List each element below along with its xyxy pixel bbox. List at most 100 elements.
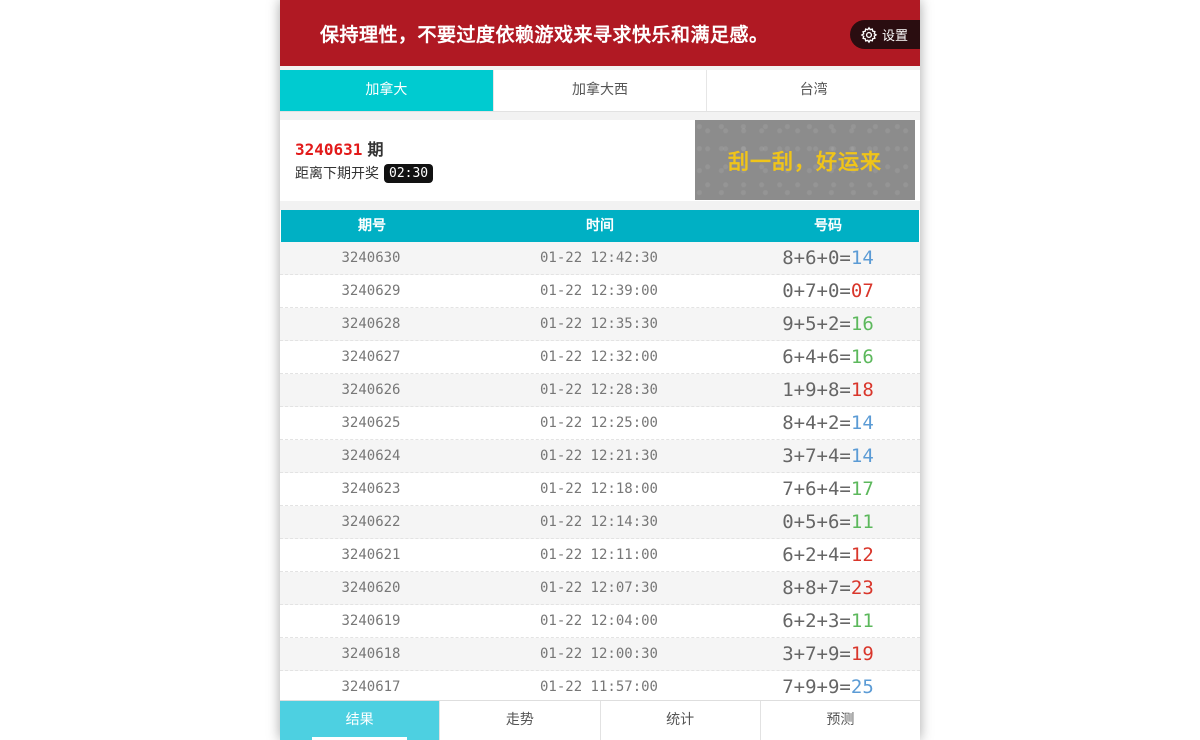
row-sum: 16 [850, 346, 874, 368]
next-draw-label: 距离下期开奖 [295, 166, 379, 182]
table-row: 3240621 01-22 12:11:00 6+2+4=12 [280, 539, 920, 572]
row-expression: 8+8+7= [782, 577, 851, 599]
nav-trend-label: 走势 [505, 712, 534, 728]
row-sum: 18 [850, 379, 874, 401]
nav-predict[interactable]: 预测 [761, 701, 920, 740]
table-row: 3240617 01-22 11:57:00 7+9+9=25 [280, 671, 920, 700]
scratch-card-label: 刮一刮，好运来 [728, 150, 882, 174]
lottery-app: 保持理性，不要过度依赖游戏来寻求快乐和满足感。 设置 加拿大 加拿大西 台湾 3… [280, 0, 920, 740]
results-table: 期号 时间 号码 3240630 01-22 12:42:30 8+6+0=14 32… [280, 210, 920, 700]
row-numbers: 3+7+9=19 [736, 643, 920, 665]
row-issue: 3240622 [341, 514, 401, 530]
row-issue: 3240624 [341, 448, 401, 464]
row-time: 01-22 12:00:30 [539, 646, 658, 662]
table-row: 3240624 01-22 12:21:30 3+7+4=14 [280, 440, 920, 473]
settings-button[interactable]: 设置 [850, 20, 920, 49]
row-expression: 7+6+4= [782, 478, 851, 500]
table-row: 3240630 01-22 12:42:30 8+6+0=14 [280, 242, 920, 275]
banner-message: 保持理性，不要过度依赖游戏来寻求快乐和满足感。 [320, 24, 769, 46]
issue-suffix: 期 [367, 140, 384, 159]
countdown-timer: 02:30 [384, 163, 434, 183]
row-numbers: 6+2+3=11 [736, 610, 920, 632]
row-expression: 9+5+2= [782, 313, 851, 335]
row-time: 01-22 12:28:30 [539, 382, 658, 398]
row-issue: 3240621 [341, 547, 401, 563]
row-sum: 16 [850, 313, 874, 335]
responsible-gaming-banner: 保持理性，不要过度依赖游戏来寻求快乐和满足感。 设置 [280, 0, 920, 66]
table-row: 3240622 01-22 12:14:30 0+5+6=11 [280, 506, 920, 539]
row-issue: 3240628 [341, 316, 401, 332]
region-tabs: 加拿大 加拿大西 台湾 [280, 70, 920, 112]
row-time: 01-22 12:11:00 [539, 547, 658, 563]
next-draw-countdown: 距离下期开奖 02:30 [295, 163, 434, 183]
row-expression: 6+2+3= [782, 610, 851, 632]
row-issue: 3240626 [341, 382, 401, 398]
row-sum: 12 [850, 544, 874, 566]
row-sum: 11 [850, 610, 874, 632]
tab-canada[interactable]: 加拿大 [280, 70, 494, 111]
table-header: 期号 时间 号码 [281, 210, 919, 242]
row-issue: 3240619 [341, 613, 401, 629]
row-issue: 3240617 [341, 679, 401, 695]
table-row: 3240619 01-22 12:04:00 6+2+3=11 [280, 605, 920, 638]
table-row: 3240625 01-22 12:25:00 8+4+2=14 [280, 407, 920, 440]
row-numbers: 8+6+0=14 [736, 247, 920, 269]
header-issue: 期号 [358, 218, 386, 234]
row-numbers: 9+5+2=16 [736, 313, 920, 335]
table-row: 3240618 01-22 12:00:30 3+7+9=19 [280, 638, 920, 671]
row-expression: 0+5+6= [782, 511, 851, 533]
table-body: 3240630 01-22 12:42:30 8+6+0=14 3240629 01-2… [280, 242, 920, 700]
row-sum: 14 [850, 247, 874, 269]
nav-results[interactable]: 结果 [280, 701, 441, 740]
header-numbers: 号码 [814, 218, 842, 234]
row-expression: 0+7+0= [782, 280, 851, 302]
row-numbers: 3+7+4=14 [736, 445, 920, 467]
row-numbers: 0+7+0=07 [736, 280, 920, 302]
row-sum: 19 [850, 643, 874, 665]
row-issue: 3240625 [341, 415, 401, 431]
row-issue: 3240629 [341, 283, 401, 299]
bottom-nav: 结果 走势 统计 预测 [280, 700, 920, 740]
tab-canada-west[interactable]: 加拿大西 [494, 70, 708, 111]
tab-taiwan[interactable]: 台湾 [707, 70, 920, 111]
row-time: 01-22 12:42:30 [539, 250, 658, 266]
row-numbers: 6+2+4=12 [736, 544, 920, 566]
gear-icon [860, 26, 878, 43]
row-time: 01-22 12:21:30 [539, 448, 658, 464]
header-time: 时间 [586, 218, 614, 234]
row-time: 01-22 12:35:30 [539, 316, 658, 332]
row-numbers: 7+6+4=17 [736, 478, 920, 500]
row-issue: 3240623 [341, 481, 401, 497]
nav-stats[interactable]: 统计 [601, 701, 761, 740]
table-row: 3240627 01-22 12:32:00 6+4+6=16 [280, 341, 920, 374]
row-time: 01-22 12:39:00 [539, 283, 658, 299]
table-row: 3240620 01-22 12:07:30 8+8+7=23 [280, 572, 920, 605]
row-time: 01-22 12:07:30 [539, 580, 658, 596]
table-row: 3240628 01-22 12:35:30 9+5+2=16 [280, 308, 920, 341]
row-numbers: 0+5+6=11 [736, 511, 920, 533]
row-issue: 3240618 [341, 646, 401, 662]
nav-results-label: 结果 [345, 712, 374, 728]
row-expression: 8+6+0= [782, 247, 851, 269]
row-numbers: 8+8+7=23 [736, 577, 920, 599]
table-row: 3240629 01-22 12:39:00 0+7+0=07 [280, 275, 920, 308]
row-time: 01-22 12:14:30 [539, 514, 658, 530]
row-expression: 6+4+6= [782, 346, 851, 368]
row-sum: 07 [850, 280, 874, 302]
nav-predict-label: 预测 [826, 712, 855, 728]
row-time: 01-22 12:04:00 [539, 613, 658, 629]
row-expression: 6+2+4= [782, 544, 851, 566]
scratch-card[interactable]: 刮一刮，好运来 [695, 120, 915, 200]
row-numbers: 7+9+9=25 [736, 676, 920, 698]
table-row: 3240626 01-22 12:28:30 1+9+8=18 [280, 374, 920, 407]
row-expression: 3+7+4= [782, 445, 851, 467]
row-time: 01-22 12:18:00 [539, 481, 658, 497]
nav-trend[interactable]: 走势 [440, 701, 601, 740]
row-numbers: 6+4+6=16 [736, 346, 920, 368]
row-issue: 3240630 [341, 250, 401, 266]
row-sum: 11 [850, 511, 874, 533]
row-expression: 3+7+9= [782, 643, 851, 665]
row-time: 01-22 11:57:00 [539, 679, 658, 695]
row-time: 01-22 12:32:00 [539, 349, 658, 365]
row-expression: 7+9+9= [782, 676, 851, 698]
